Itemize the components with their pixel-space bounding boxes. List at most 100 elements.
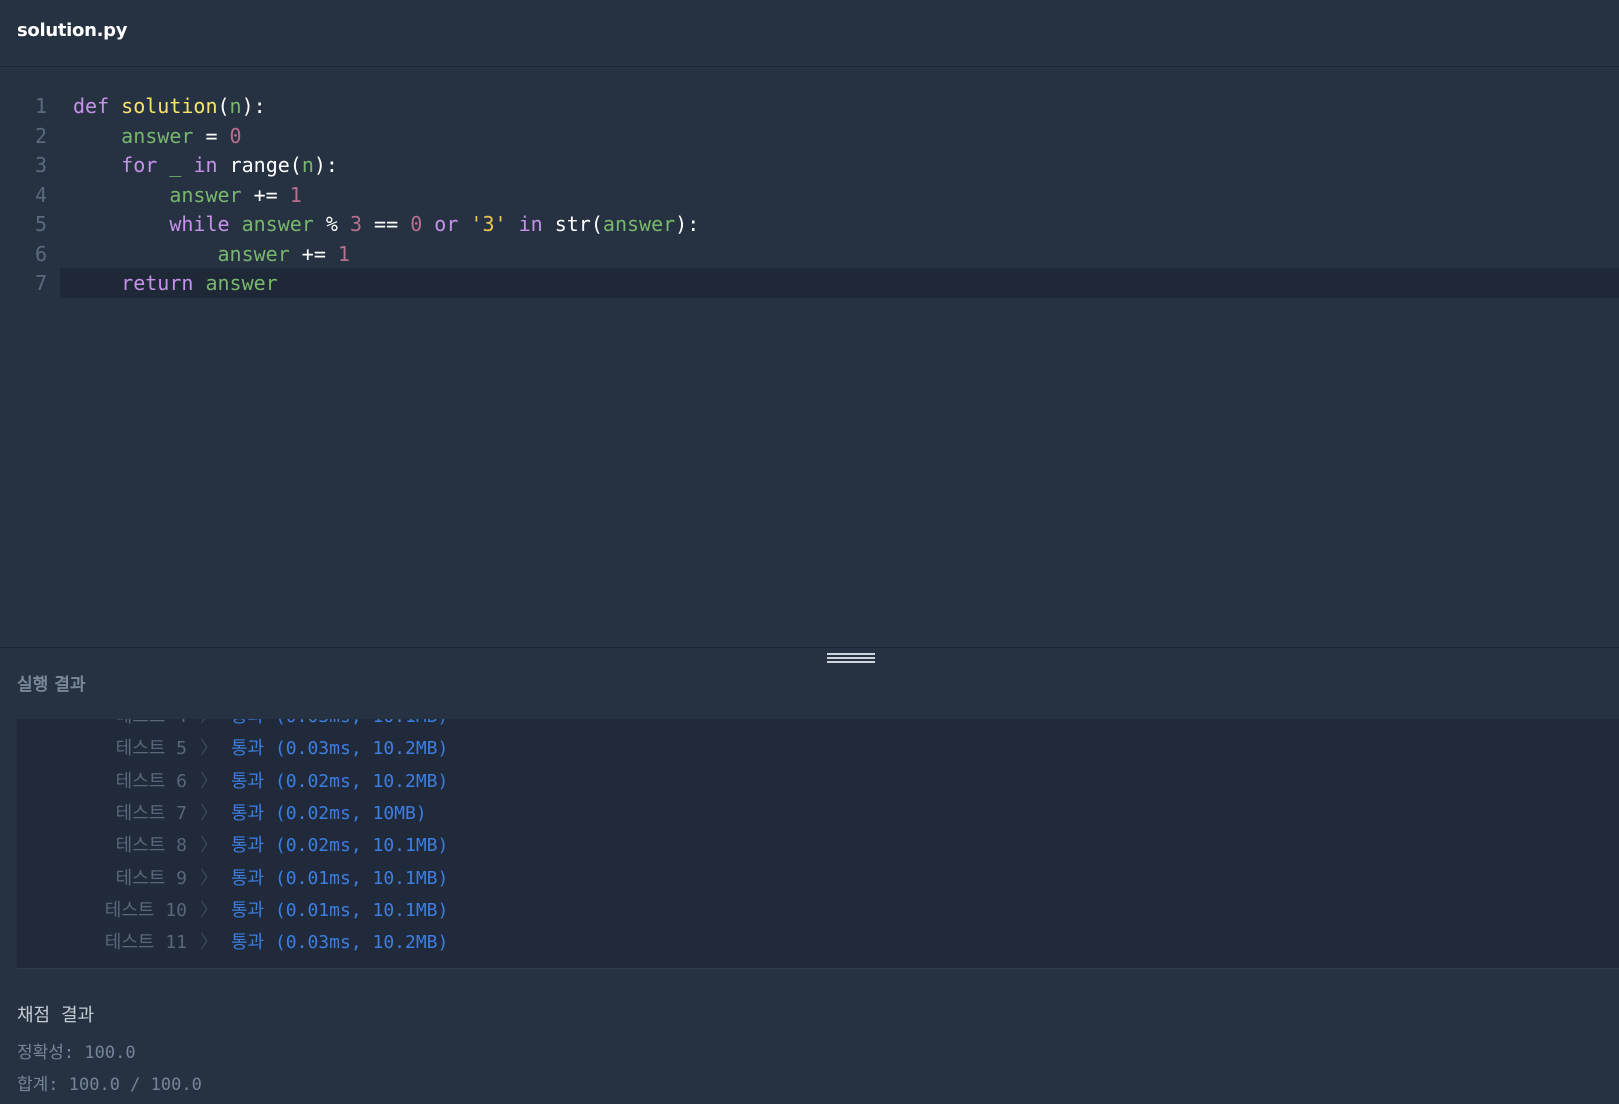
code-token: ): (313, 153, 338, 177)
test-label: 테스트 8 (115, 835, 187, 857)
code-line[interactable]: 3 for _ in range(n): (0, 150, 1619, 180)
line-number: 5 (34, 212, 47, 236)
code-token: answer (217, 241, 290, 266)
line-number: 6 (34, 241, 47, 266)
code-token: def (73, 94, 110, 118)
test-pass-status: 통과 (0.01ms, 10.1MB) (231, 867, 449, 889)
chevron-right-icon: 〉 (200, 899, 218, 921)
code-token: return (121, 271, 194, 295)
test-result-row: 테스트 4 〉 통과 (0.03ms, 10.1MB) (17, 719, 1619, 733)
code-token: or (434, 212, 459, 236)
code-line[interactable]: 4 answer += 1 (0, 180, 1619, 210)
code-token: in (518, 212, 543, 236)
test-label: 테스트 11 (104, 932, 187, 954)
code-line[interactable]: 2 answer = 0 (0, 121, 1619, 151)
test-label: 테스트 4 (116, 719, 187, 733)
code-line[interactable]: 7 return answer (0, 268, 1619, 298)
code-token: == (362, 212, 411, 236)
line-code: answer += 1 (73, 180, 302, 210)
code-token: % (313, 212, 350, 236)
grade-accuracy: 정확성: 100.0 (17, 1043, 136, 1063)
code-line[interactable]: 6 answer += 1 (0, 239, 1619, 269)
code-token: _ (169, 153, 182, 177)
test-pass-status: 통과 (0.03ms, 10.2MB) (231, 932, 449, 954)
line-number: 7 (34, 271, 47, 295)
code-token: answer (121, 123, 194, 148)
code-token: in (193, 153, 218, 177)
file-tab-header: solution.py (0, 0, 1619, 67)
test-pass-status: 통과 (0.02ms, 10MB) (231, 802, 427, 824)
test-result-row: 테스트 11 〉 통과 (0.03ms, 10.2MB) (17, 926, 1619, 959)
resize-grip-line (827, 661, 875, 663)
code-token: n (229, 94, 242, 118)
line-code: for _ in range(n): (73, 150, 338, 180)
line-code: return answer (73, 268, 278, 298)
code-token: += (289, 241, 338, 266)
code-token: for (121, 153, 158, 177)
code-token: answer (602, 212, 676, 236)
code-token: 1 (289, 182, 302, 207)
code-editor[interactable]: 1 def solution(n): 2 answer = 03 for _ in … (0, 67, 1619, 647)
code-line[interactable]: 1 def solution(n): (0, 91, 1619, 121)
chevron-right-icon: 〉 (200, 770, 218, 792)
test-result-row: 테스트 10 〉 통과 (0.01ms, 10.1MB) (17, 894, 1619, 927)
line-code: def solution(n): (73, 91, 266, 121)
test-result-row: 테스트 9 〉 통과 (0.01ms, 10.1MB) (17, 862, 1619, 895)
panel-resize-handle[interactable] (827, 653, 877, 665)
test-label: 테스트 5 (115, 738, 187, 760)
result-header: 실행 결과 (17, 675, 86, 695)
test-pass-status: 통과 (0.02ms, 10.1MB) (231, 835, 449, 857)
code-token: solution (121, 94, 218, 118)
code-token: 1 (337, 241, 350, 266)
grade-title: 채점 결과 (17, 1005, 95, 1026)
code-token: ): (241, 94, 266, 118)
code-token: += (241, 182, 290, 207)
code-token: 3 (349, 212, 363, 236)
line-code: while answer % 3 == 0 or '3' in str(answ… (73, 209, 699, 239)
line-number: 4 (34, 182, 47, 207)
test-result-row: 테스트 6 〉 통과 (0.02ms, 10.2MB) (17, 765, 1619, 798)
file-name[interactable]: solution.py (17, 20, 127, 41)
code-token: 0 (229, 123, 242, 148)
chevron-right-icon: 〉 (200, 802, 218, 824)
code-token: answer (205, 271, 278, 295)
resize-grip-line (827, 657, 875, 659)
code-token: ): (675, 212, 700, 236)
code-token: = (193, 123, 230, 148)
result-panel: 실행 결과 테스트 4 〉 통과 (0.03ms, 10.1MB) 테스트 5 〉 통과 … (0, 647, 1619, 1104)
line-number: 2 (34, 123, 47, 148)
code-token: 0 (410, 212, 423, 236)
test-result-row: 테스트 8 〉 통과 (0.02ms, 10.1MB) (17, 829, 1619, 862)
grade-total: 합계: 100.0 / 100.0 (17, 1075, 202, 1095)
chevron-right-icon: 〉 (200, 932, 218, 954)
test-label: 테스트 6 (115, 770, 187, 792)
chevron-right-icon: 〉 (200, 719, 218, 733)
test-result-row: 테스트 5 〉 통과 (0.03ms, 10.2MB) (17, 732, 1619, 765)
test-pass-status: 통과 (0.03ms, 10.2MB) (231, 738, 449, 760)
test-pass-status: 통과 (0.03ms, 10.1MB) (231, 719, 448, 733)
code-token: range( (217, 153, 302, 177)
chevron-right-icon: 〉 (200, 867, 218, 889)
code-token: '3' (470, 212, 507, 236)
active-line-highlight (60, 268, 1619, 298)
code-token: answer (169, 182, 242, 207)
code-line[interactable]: 5 while answer % 3 == 0 or '3' in str(an… (0, 209, 1619, 239)
code-editor-app: solution.py 1 def solution(n): 2 answer = … (0, 0, 1619, 1104)
resize-grip-line (827, 653, 875, 655)
chevron-right-icon: 〉 (200, 835, 218, 857)
test-output-console[interactable]: 테스트 4 〉 통과 (0.03ms, 10.1MB) 테스트 5 〉 통과 (0.03m… (17, 719, 1619, 969)
line-number: 1 (34, 94, 47, 118)
